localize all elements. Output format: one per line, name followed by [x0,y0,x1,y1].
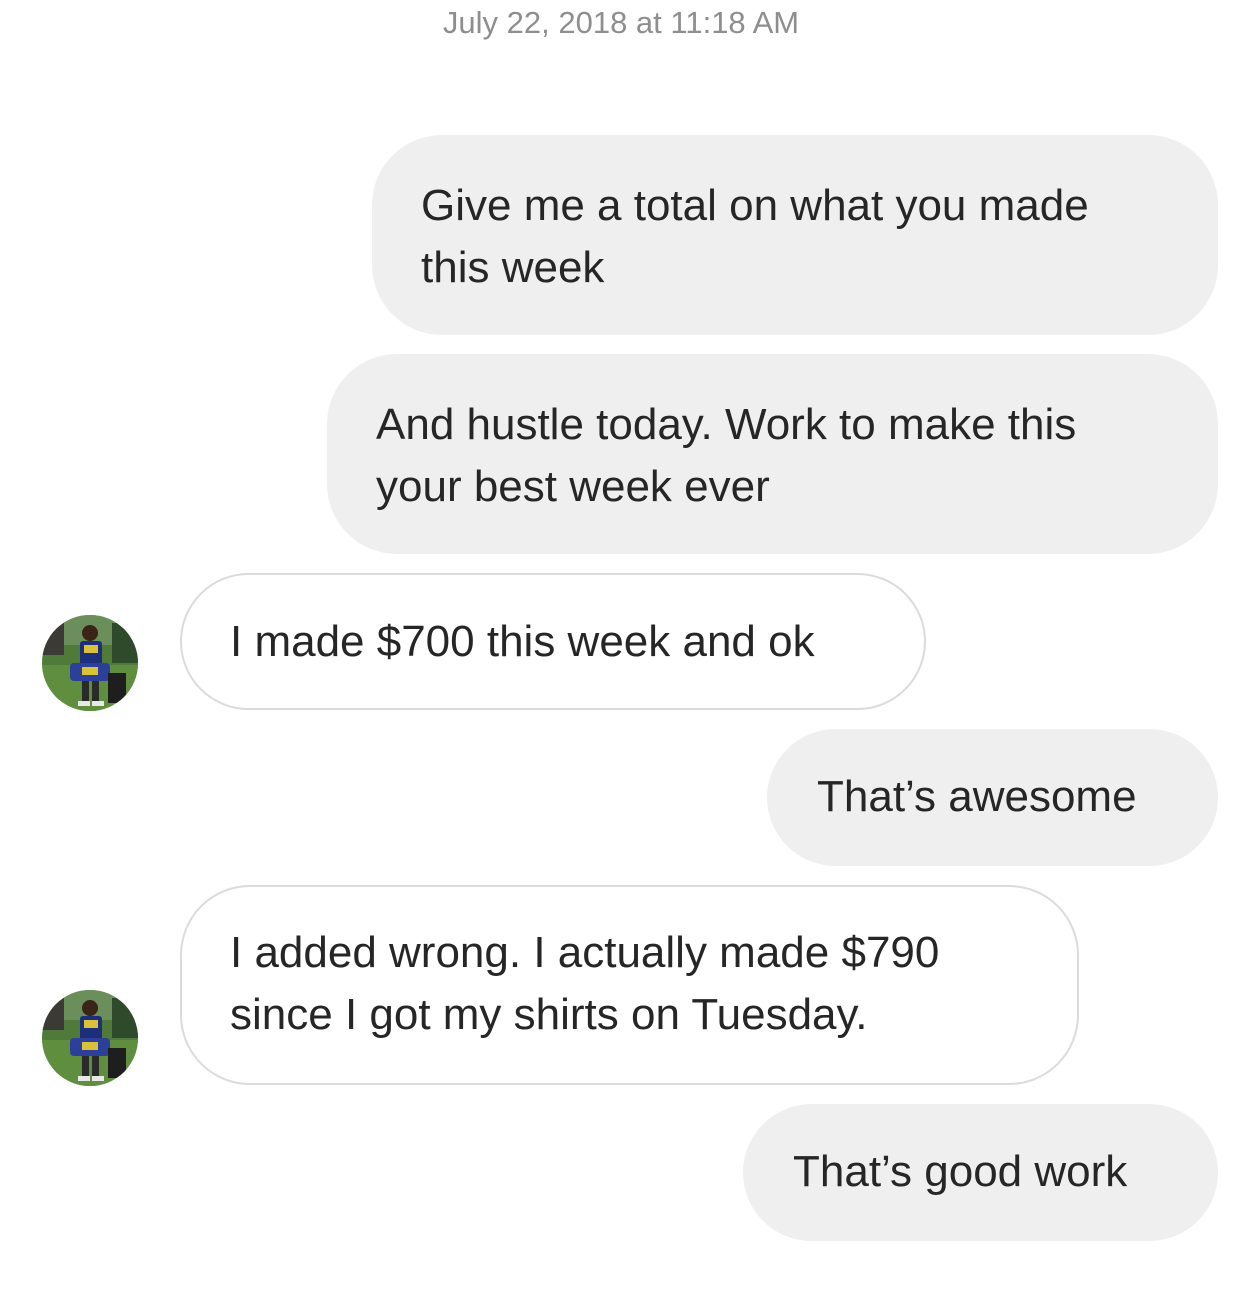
message-text: I made $700 this week and ok [230,617,815,666]
message-text: That’s good work [793,1147,1128,1196]
avatar-photo-icon [42,615,138,711]
received-message-bubble[interactable]: I made $700 this week and ok [180,573,926,710]
message-text: That’s awesome [817,772,1137,821]
sent-message-bubble[interactable]: That’s awesome [767,729,1218,866]
avatar-photo-icon [42,990,138,1086]
sent-message-bubble[interactable]: Give me a total on what you made this we… [372,135,1218,335]
received-message-bubble[interactable]: I added wrong. I actually made $790 sinc… [180,885,1079,1085]
message-text: I added wrong. I actually made $790 sinc… [230,928,940,1039]
message-text: And hustle today. Work to make this your… [376,400,1077,511]
sent-message-bubble[interactable]: And hustle today. Work to make this your… [327,354,1218,554]
sent-message-bubble[interactable]: That’s good work [743,1104,1218,1241]
contact-avatar[interactable] [42,990,138,1086]
thread-timestamp: July 22, 2018 at 11:18 AM [442,5,800,40]
contact-avatar[interactable] [42,615,138,711]
message-text: Give me a total on what you made this we… [421,181,1089,292]
